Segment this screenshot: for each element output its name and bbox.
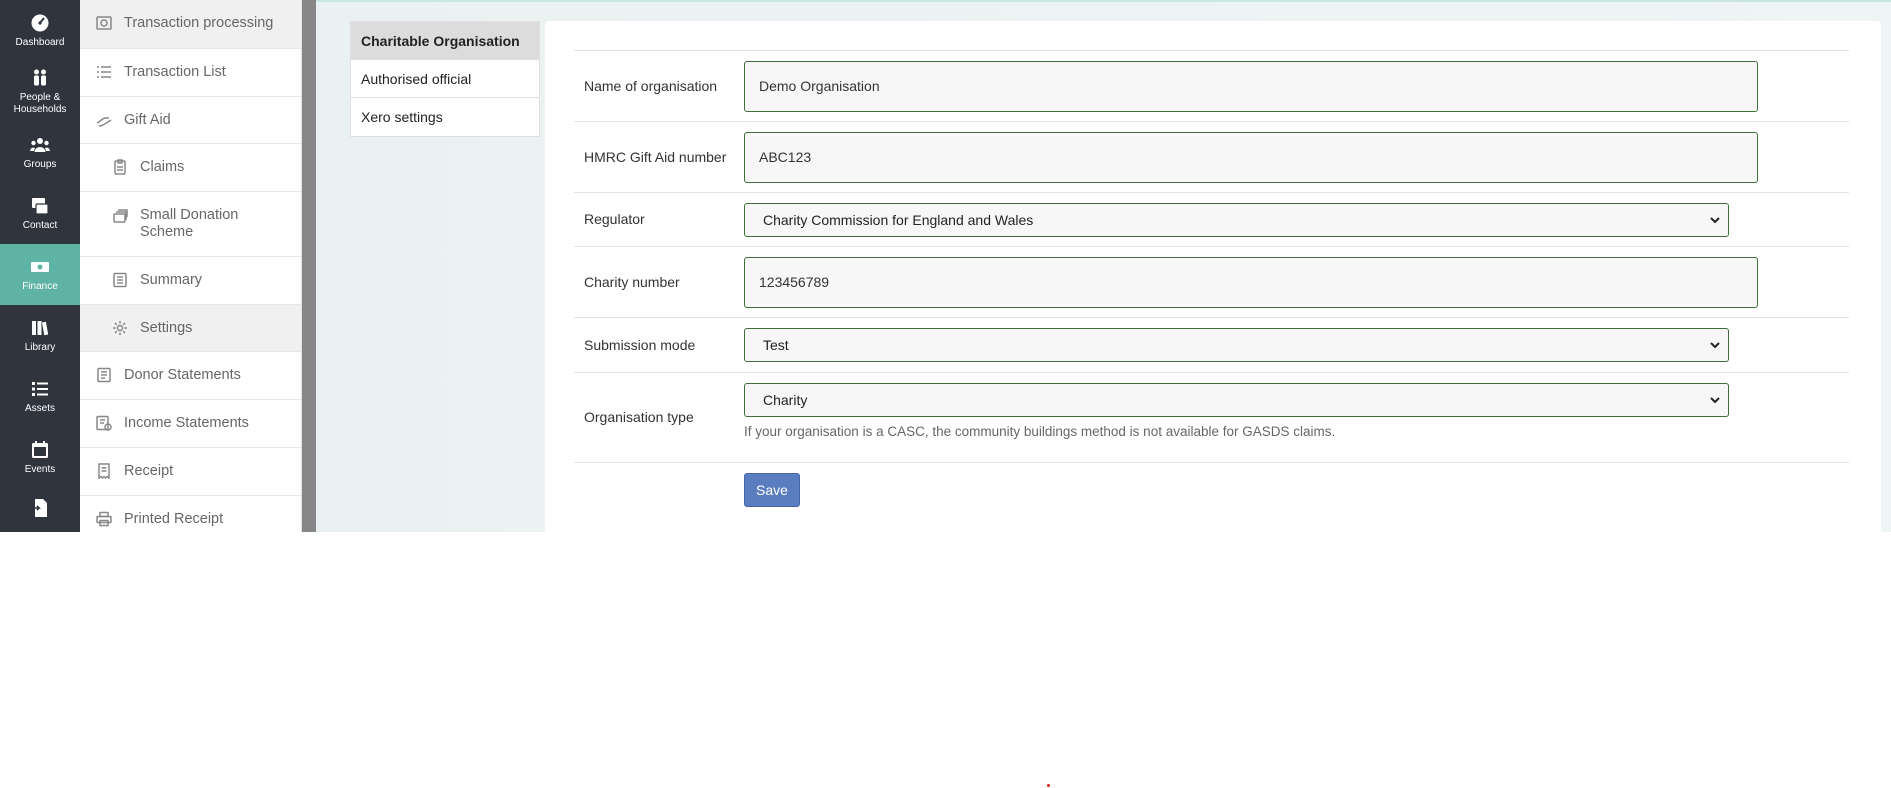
nav-finance-label: Finance (22, 280, 58, 292)
submenu-label: Receipt (124, 463, 174, 479)
app-window: Dashboard People & Households Groups Con… (0, 0, 1891, 534)
submenu-label: Donor Statements (124, 367, 241, 383)
submenu-label: Transaction processing (124, 15, 274, 31)
library-icon (32, 320, 49, 335)
submenu-income-statements[interactable]: Income Statements (80, 400, 301, 448)
nav-library[interactable]: Library (0, 305, 80, 366)
nav-finance[interactable]: Finance (0, 244, 80, 305)
regulator-select[interactable]: Charity Commission for England and Wales (744, 202, 1729, 237)
form-row-hmrc: HMRC Gift Aid number ABC123 (574, 122, 1849, 193)
main-content: Charitable Organisation Authorised offic… (316, 0, 1891, 534)
nav-assets-label: Assets (24, 402, 55, 414)
nav-events[interactable]: Events (0, 427, 80, 488)
nav-dashboard[interactable]: Dashboard (0, 0, 80, 61)
receipt-icon (96, 463, 112, 480)
gift-aid-icon (96, 112, 112, 128)
submission-mode-label: Submission mode (584, 336, 696, 353)
nav-people-label: People & Households (13, 91, 67, 115)
panel-splitter[interactable] (302, 0, 316, 532)
form-row-regulator: Regulator Charity Commission for England… (574, 193, 1849, 247)
form-row-charity-number: Charity number 123456789 (574, 247, 1849, 318)
tab-xero-settings[interactable]: Xero settings (351, 98, 539, 136)
printer-icon (96, 511, 112, 527)
submenu-label: Small Donation Scheme (140, 207, 239, 240)
submenu-gift-aid[interactable]: Gift Aid (80, 97, 301, 144)
tab-charitable-organisation[interactable]: Charitable Organisation (351, 22, 539, 60)
events-icon (32, 440, 48, 458)
submenu-transaction-list[interactable]: Transaction List (80, 49, 301, 97)
save-button[interactable]: Save (744, 473, 800, 507)
charity-number-input[interactable]: 123456789 (744, 256, 1758, 308)
organisation-form-panel: Name of organisation Demo Organisation H… (545, 21, 1881, 534)
form-row-submission-mode: Submission mode Test (574, 318, 1849, 373)
chevron-down-icon (1710, 342, 1720, 349)
submenu-donor-statements[interactable]: Donor Statements (80, 352, 301, 400)
submenu-label: Printed Receipt (124, 511, 224, 527)
regulator-label: Regulator (584, 211, 645, 227)
submenu-label: Income Statements (124, 415, 249, 431)
form-actions: Save (574, 463, 1849, 507)
form-row-organisation-type: Organisation type Charity If your organi… (574, 373, 1849, 463)
submenu-label: Gift Aid (124, 112, 171, 128)
main-nav-rail: Dashboard People & Households Groups Con… (0, 0, 80, 532)
name-label: Name of organisation (584, 77, 718, 94)
nav-assets[interactable]: Assets (0, 366, 80, 427)
settings-tabs: Charitable Organisation Authorised offic… (350, 21, 540, 137)
submenu-small-donation-scheme[interactable]: Small Donation Scheme (80, 192, 301, 257)
list-icon (96, 64, 112, 80)
nav-contact-label: Contact (22, 219, 58, 231)
nav-import[interactable] (0, 488, 80, 532)
submission-mode-select[interactable]: Test (744, 328, 1729, 362)
submenu-transaction-processing[interactable]: Transaction processing (80, 0, 301, 49)
submenu-label: Settings (140, 320, 193, 336)
nav-events-label: Events (24, 463, 56, 475)
clipboard-icon (112, 159, 128, 175)
people-icon (34, 69, 46, 85)
groups-icon (30, 137, 50, 152)
submenu-summary[interactable]: Summary (80, 257, 301, 305)
import-icon (31, 499, 47, 517)
submenu-label: Summary (140, 272, 203, 288)
gear-icon (112, 320, 128, 336)
submenu-label: Transaction List (124, 64, 226, 80)
nav-groups-label: Groups (23, 158, 57, 170)
tab-authorised-official[interactable]: Authorised official (351, 60, 539, 98)
organisation-form: Name of organisation Demo Organisation H… (574, 50, 1849, 507)
cursor-marker (1047, 784, 1050, 787)
summary-icon (112, 272, 128, 288)
form-row-name: Name of organisation Demo Organisation (574, 51, 1849, 122)
income-statement-icon (96, 415, 112, 431)
nav-people-households[interactable]: People & Households (0, 61, 80, 122)
nav-library-label: Library (24, 341, 56, 353)
assets-icon (32, 381, 48, 396)
submenu-printed-receipt[interactable]: Printed Receipt (80, 496, 301, 532)
organisation-type-label: Organisation type (584, 409, 694, 425)
submenu-claims[interactable]: Claims (80, 144, 301, 192)
chevron-down-icon (1710, 216, 1720, 223)
transaction-processing-icon (96, 15, 112, 31)
finance-icon (31, 261, 49, 272)
hmrc-gift-aid-number-input[interactable]: ABC123 (744, 131, 1758, 183)
organisation-type-help-text: If your organisation is a CASC, the comm… (744, 423, 1336, 439)
nav-contact[interactable]: Contact (0, 183, 80, 244)
nav-groups[interactable]: Groups (0, 122, 80, 183)
chevron-down-icon (1710, 396, 1720, 403)
regulator-selected-value: Charity Commission for England and Wales (763, 211, 1034, 228)
document-icon (96, 367, 112, 383)
submission-mode-selected-value: Test (763, 337, 789, 353)
dashboard-icon (31, 14, 49, 31)
contact-icon (32, 197, 49, 215)
organisation-name-input[interactable]: Demo Organisation (744, 60, 1758, 112)
finance-submenu: Transaction processing Transaction List … (80, 0, 302, 532)
hmrc-label: HMRC Gift Aid number (584, 148, 727, 165)
nav-dashboard-label: Dashboard (15, 36, 65, 48)
organisation-type-select[interactable]: Charity (744, 382, 1729, 417)
submenu-settings[interactable]: Settings (80, 305, 301, 352)
charity-number-label: Charity number (584, 273, 680, 290)
submenu-label: Claims (140, 159, 185, 175)
submenu-receipt[interactable]: Receipt (80, 448, 301, 496)
organisation-type-selected-value: Charity (763, 391, 808, 408)
